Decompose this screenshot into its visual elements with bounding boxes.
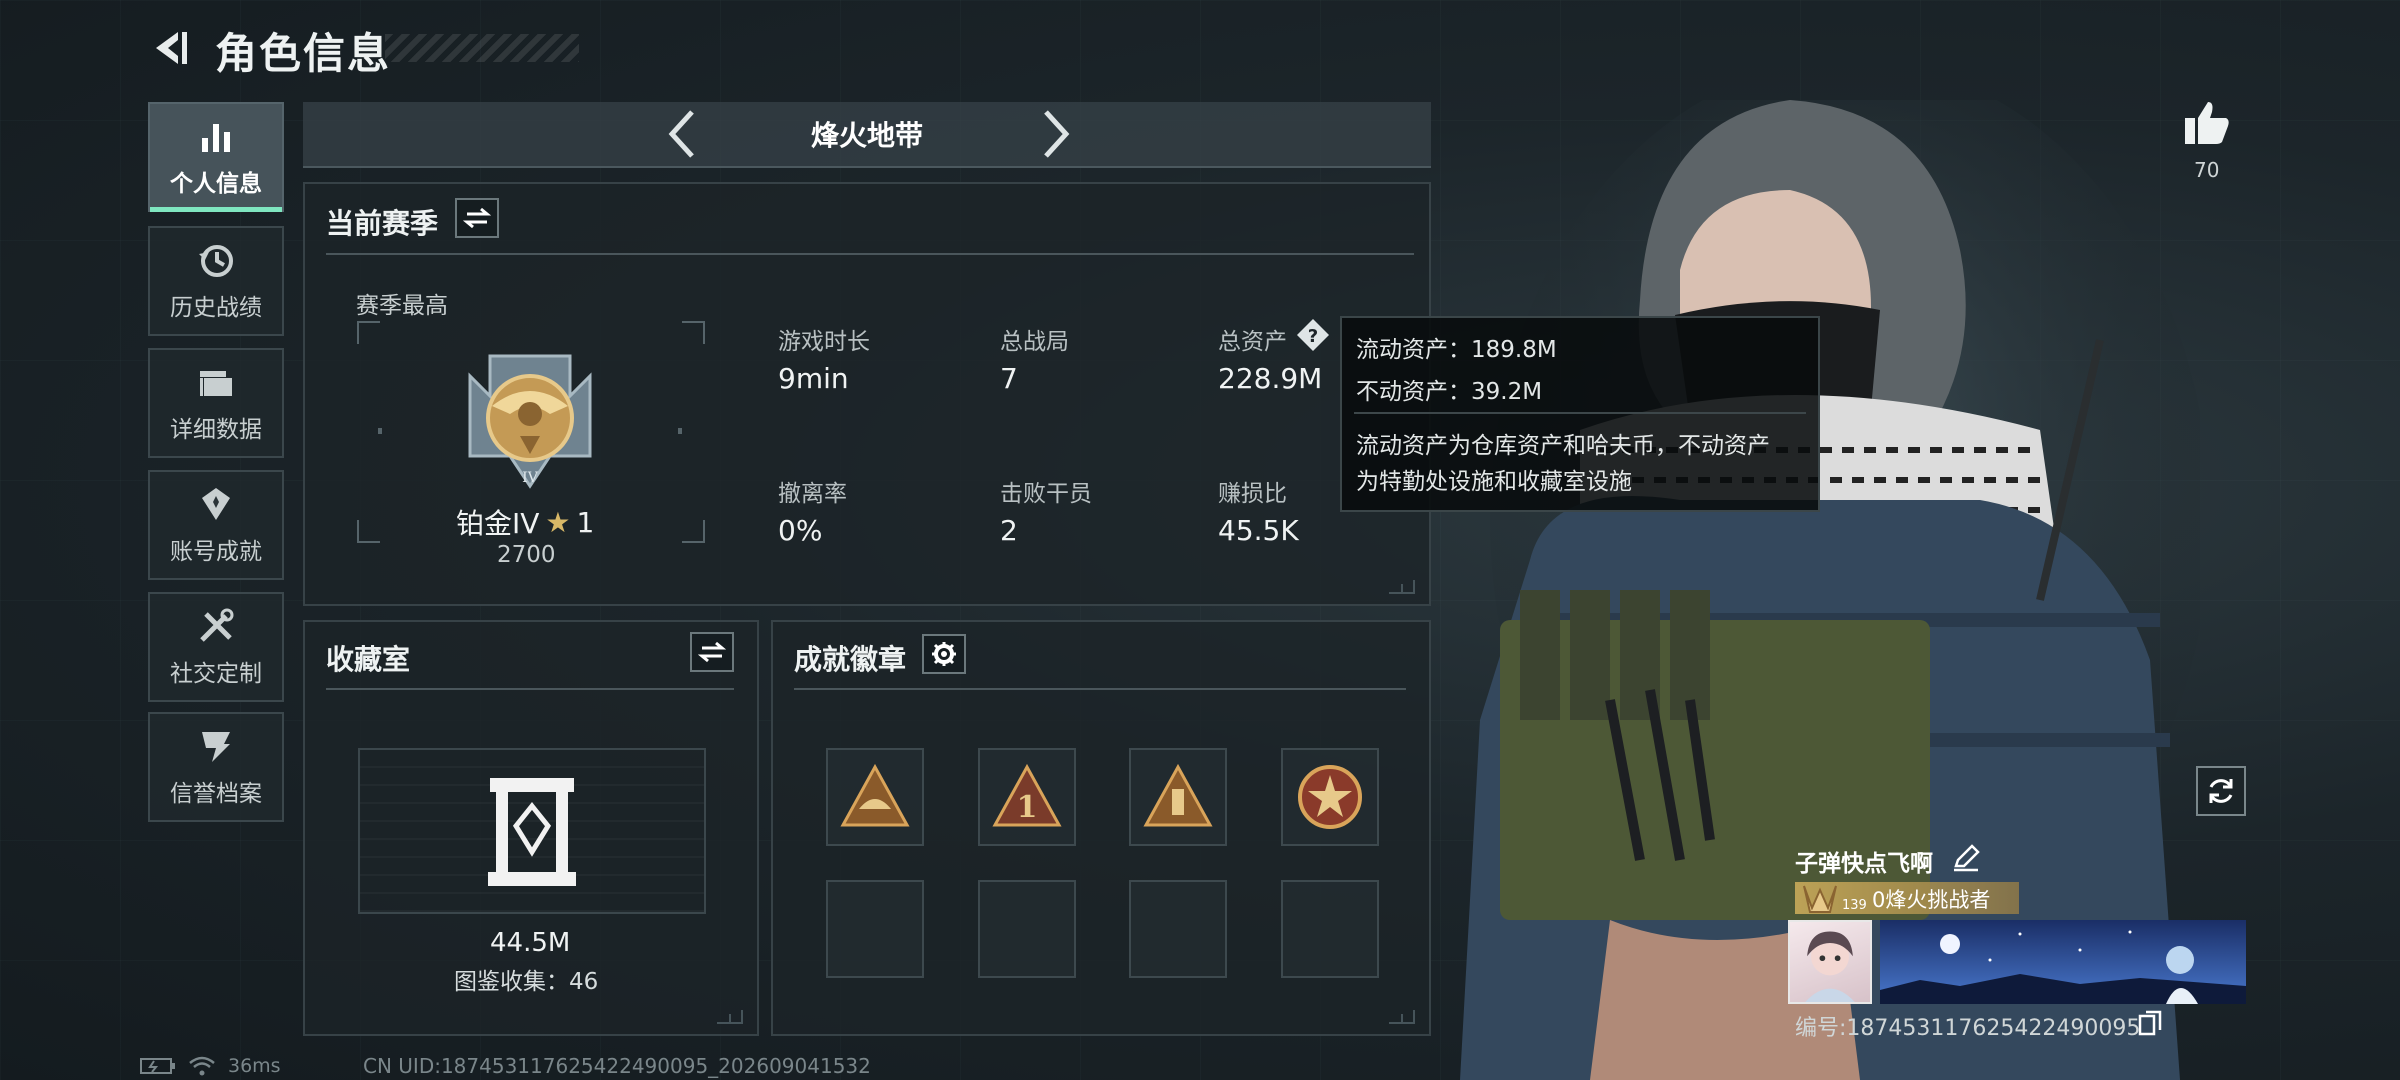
achievements-settings-button[interactable] <box>922 634 966 674</box>
stat-value-kills: 2 <box>1000 514 1018 547</box>
stat-label-playtime: 游戏时长 <box>778 329 870 355</box>
stat-label-profit-ratio: 赚损比 <box>1218 481 1287 507</box>
rank-level: 139 <box>1842 898 1867 913</box>
like-count: 70 <box>2194 158 2220 182</box>
stat-label-extract-rate: 撤离率 <box>778 481 847 507</box>
player-serial: 编号:187453117625422490095 <box>1795 1016 2141 1041</box>
achievements-title: 成就徽章 <box>794 643 907 676</box>
switch-season-button[interactable] <box>455 198 499 238</box>
rank-level-icon <box>1803 885 1837 913</box>
badge-slot-4[interactable] <box>1281 748 1379 846</box>
star-icon: ★ <box>545 505 571 539</box>
copy-icon[interactable] <box>2138 1010 2162 1036</box>
stat-value-matches: 7 <box>1000 362 1018 395</box>
stat-value-extract-rate: 0% <box>778 514 823 547</box>
back-arrow-icon[interactable] <box>148 26 192 70</box>
stat-value-playtime: 9min <box>778 362 849 395</box>
edit-pencil-icon[interactable] <box>1952 844 1980 872</box>
badge-slot-empty[interactable] <box>978 880 1076 978</box>
display-case-icon <box>488 778 576 886</box>
ping-value: 36ms <box>228 1055 281 1077</box>
assets-description-1: 流动资产为仓库资产和哈夫币，不动资产 <box>1356 433 1770 459</box>
swap-icon <box>698 641 726 663</box>
status-bar: 36ms <box>140 1052 281 1080</box>
sidebar-item-personal-info[interactable]: 个人信息 <box>148 102 284 212</box>
help-icon[interactable]: ? <box>1296 318 1330 352</box>
stat-label-kills: 击败干员 <box>1000 481 1092 507</box>
achievements-divider <box>794 688 1406 690</box>
stat-label-total-assets: 总资产 <box>1218 329 1287 355</box>
assets-description-2: 为特勤处设施和收藏室设施 <box>1356 469 1632 495</box>
collection-title: 收藏室 <box>326 643 411 676</box>
badge-slot-3[interactable] <box>1129 748 1227 846</box>
wifi-icon <box>189 1056 215 1076</box>
tools-icon <box>200 608 234 642</box>
fixed-assets-text: 不动资产：39.2M <box>1356 379 1543 405</box>
player-name: 子弹快点飞啊 <box>1795 851 1933 877</box>
switch-collection-button[interactable] <box>690 632 734 672</box>
badge-slot-empty[interactable] <box>1129 880 1227 978</box>
rank-name: 铂金IV <box>456 507 540 540</box>
sidebar-item-label: 信誉档案 <box>170 781 262 807</box>
collection-divider <box>326 688 734 690</box>
rank-name-row: 铂金IV ★ 1 <box>456 502 594 542</box>
gear-icon <box>932 642 956 666</box>
history-clock-icon <box>199 245 233 277</box>
season-divider <box>326 253 1414 255</box>
svg-text:IV: IV <box>522 470 539 486</box>
liquid-assets-text: 流动资产：189.8M <box>1356 337 1557 363</box>
title-decoration <box>385 34 579 62</box>
next-mode-button[interactable] <box>1036 108 1076 160</box>
star-round-badge-icon <box>1298 765 1362 829</box>
badge-slot-1[interactable] <box>826 748 924 846</box>
sidebar-item-label: 个人信息 <box>170 171 262 197</box>
number-one-badge-icon: 1 <box>992 763 1062 827</box>
collection-value: 44.5M <box>490 928 571 958</box>
sidebar-item-label: 详细数据 <box>170 417 262 443</box>
sidebar-item-credit[interactable]: 信誉档案 <box>148 712 284 822</box>
sidebar-item-details[interactable]: 详细数据 <box>148 348 284 458</box>
sidebar-item-achievements[interactable]: 账号成就 <box>148 470 284 580</box>
badge-slot-2[interactable]: 1 <box>978 748 1076 846</box>
collection-count: 图鉴收集：46 <box>454 969 599 995</box>
folder-icon <box>200 371 232 396</box>
season-title: 当前赛季 <box>326 207 439 240</box>
page-title: 角色信息 <box>215 29 392 78</box>
badge-slot-empty[interactable] <box>826 880 924 978</box>
swap-icon <box>463 207 491 229</box>
stat-value-total-assets: 228.9M <box>1218 362 1323 395</box>
stat-label-matches: 总战局 <box>1000 329 1069 355</box>
profile-banner <box>1880 920 2246 1004</box>
stat-value-profit-ratio: 45.5K <box>1218 514 1299 547</box>
bottle-triangle-badge-icon <box>1143 763 1213 827</box>
season-best-label: 赛季最高 <box>356 293 448 319</box>
credit-icon <box>202 732 230 762</box>
svg-text:1: 1 <box>1017 790 1038 825</box>
platinum-rank-emblem: IV <box>468 354 592 489</box>
account-uid: CN UID:187453117625422490095_20260904153… <box>363 1054 871 1078</box>
thumbs-up-icon[interactable] <box>2182 98 2232 148</box>
sidebar-item-label: 社交定制 <box>170 661 262 687</box>
assets-tooltip: 流动资产：189.8M 不动资产：39.2M 流动资产为仓库资产和哈夫币，不动资… <box>1340 316 1820 512</box>
mode-title: 烽火地带 <box>811 119 924 152</box>
helmet-triangle-badge-icon <box>840 763 910 827</box>
svg-text:?: ? <box>1308 326 1318 347</box>
sidebar-item-label: 账号成就 <box>170 539 262 565</box>
rank-score: 2700 <box>497 542 556 568</box>
rank-title: 0烽火挑战者 <box>1872 888 1991 912</box>
refresh-button[interactable] <box>2196 766 2246 816</box>
refresh-icon <box>2209 779 2233 803</box>
previous-mode-button[interactable] <box>662 108 702 160</box>
battery-icon <box>140 1058 175 1074</box>
sidebar-item-history[interactable]: 历史战绩 <box>148 226 284 336</box>
badge-slot-empty[interactable] <box>1281 880 1379 978</box>
sidebar-item-social[interactable]: 社交定制 <box>148 592 284 702</box>
avatar[interactable] <box>1788 920 1872 1004</box>
achievement-icon <box>202 488 230 520</box>
bar-chart-icon <box>202 124 230 152</box>
rank-stars: 1 <box>576 505 595 539</box>
sidebar-item-label: 历史战绩 <box>170 295 262 321</box>
